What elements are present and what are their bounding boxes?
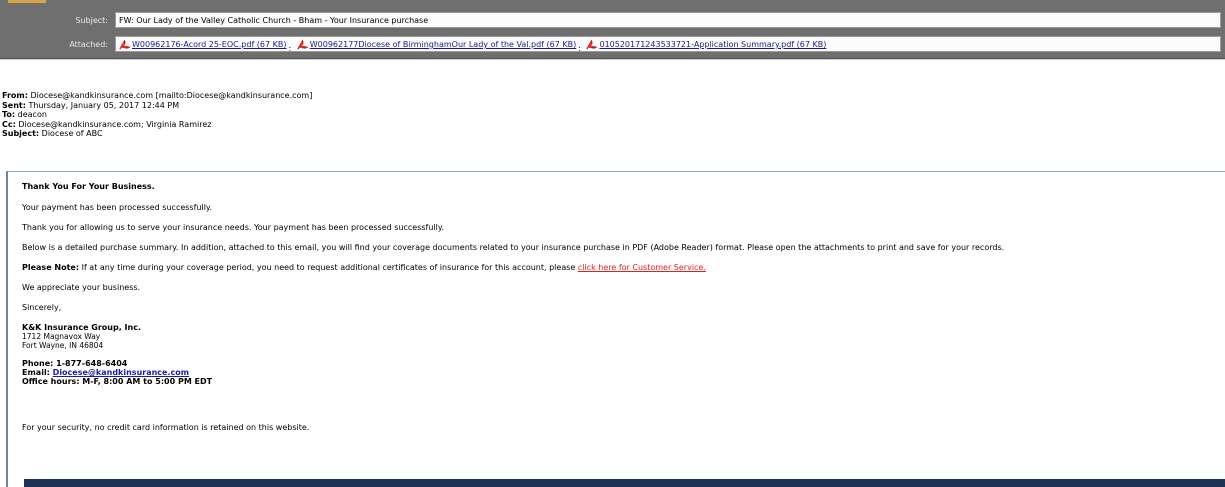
office-hours: Office hours: M-F, 8:00 AM to 5:00 PM ED… — [22, 377, 213, 386]
pdf-icon — [586, 39, 598, 49]
attachment-link[interactable]: W00962177Diocese of BirminghamOur Lady o… — [310, 37, 576, 51]
security-note: For your security, no credit card inform… — [22, 423, 310, 432]
to-line: To: deacon — [2, 110, 312, 120]
body-paragraph-3: Below is a detailed purchase summary. In… — [22, 243, 1005, 252]
cc-label: Cc: — [2, 119, 16, 129]
email-link[interactable]: Diocese@kandkinsurance.com — [53, 368, 189, 377]
attachment-separator: ; — [288, 43, 292, 52]
body-note: Please Note: If at any time during your … — [22, 263, 1222, 273]
to-label: To: — [2, 110, 16, 120]
subject-row: Subject: FW: Our Lady of the Valley Cath… — [0, 11, 1225, 30]
body-appreciate: We appreciate your business. — [22, 283, 141, 292]
attachment-3[interactable]: 010520171243533721-Application Summary.p… — [586, 37, 826, 51]
email-line: Email: Diocese@kandkinsurance.com — [22, 368, 1222, 377]
attachment-link[interactable]: 010520171243533721-Application Summary.p… — [599, 37, 826, 51]
attachments-field: W00962176-Acord 25-EOC.pdf (67 KB) ; W00… — [115, 36, 1221, 52]
note-label: Please Note: — [22, 263, 80, 272]
body-heading: Thank You For Your Business. — [22, 182, 155, 191]
note-text: If at any time during your coverage peri… — [79, 263, 578, 272]
header-accent — [8, 0, 46, 3]
attached-label: Attached: — [69, 40, 108, 49]
from-value[interactable]: Diocese@kandkinsurance.com [mailto:Dioce… — [30, 91, 312, 100]
company-name: K&K Insurance Group, Inc. — [22, 323, 141, 332]
attachment-link[interactable]: W00962176-Acord 25-EOC.pdf (67 KB) — [132, 37, 287, 51]
header-divider — [0, 59, 1225, 60]
forwarded-message-meta: From: Diocese@kandkinsurance.com [mailto… — [2, 91, 312, 139]
message-body-frame: Thank You For Your Business. Your paymen… — [6, 171, 1225, 487]
subject-field[interactable]: FW: Our Lady of the Valley Catholic Chur… — [115, 12, 1221, 28]
from-line: From: Diocese@kandkinsurance.com [mailto… — [2, 91, 312, 101]
customer-service-link[interactable]: click here for Customer Service. — [578, 263, 706, 272]
body-paragraph-2: Thank you for allowing us to serve your … — [22, 223, 445, 232]
attachment-separator: ; — [578, 43, 581, 52]
company-address-1: 1712 Magnavox Way — [22, 332, 101, 341]
pdf-icon — [119, 39, 130, 49]
message-header: Subject: FW: Our Lady of the Valley Cath… — [0, 0, 1225, 59]
from-label: From: — [2, 91, 28, 100]
attached-row: Attached: W00962176-Acord 25-EOC.pdf (67… — [0, 35, 1225, 54]
cc-value: Diocese@kandkinsurance.com; Virginia Ram… — [18, 119, 212, 129]
summary-footer-bar — [24, 479, 1225, 487]
email-label: Email: — [22, 368, 53, 377]
attachment-1[interactable]: W00962176-Acord 25-EOC.pdf (67 KB) — [119, 37, 287, 51]
sent-label: Sent: — [2, 100, 26, 110]
sent-value: Thursday, January 05, 2017 12:44 PM — [28, 100, 180, 110]
pdf-icon — [297, 39, 308, 49]
subject-label: Subject: — [75, 16, 108, 25]
meta-subject-value: Diocese of ABC — [41, 129, 103, 139]
company-address-2: Fort Wayne, IN 46804 — [22, 341, 104, 350]
phone-line: Phone: 1-877-648-6404 — [22, 359, 128, 368]
meta-subject-label: Subject: — [2, 129, 40, 139]
sent-line: Sent: Thursday, January 05, 2017 12:44 P… — [2, 101, 312, 111]
meta-subject-line: Subject: Diocese of ABC — [2, 129, 312, 139]
body-sincerely: Sincerely, — [22, 303, 62, 312]
cc-line: Cc: Diocese@kandkinsurance.com; Virginia… — [2, 120, 312, 130]
body-paragraph-1: Your payment has been processed successf… — [22, 203, 213, 212]
to-value: deacon — [17, 110, 47, 120]
attachment-2[interactable]: W00962177Diocese of BirminghamOur Lady o… — [297, 37, 576, 51]
message-body: Thank You For Your Business. Your paymen… — [22, 182, 1222, 433]
